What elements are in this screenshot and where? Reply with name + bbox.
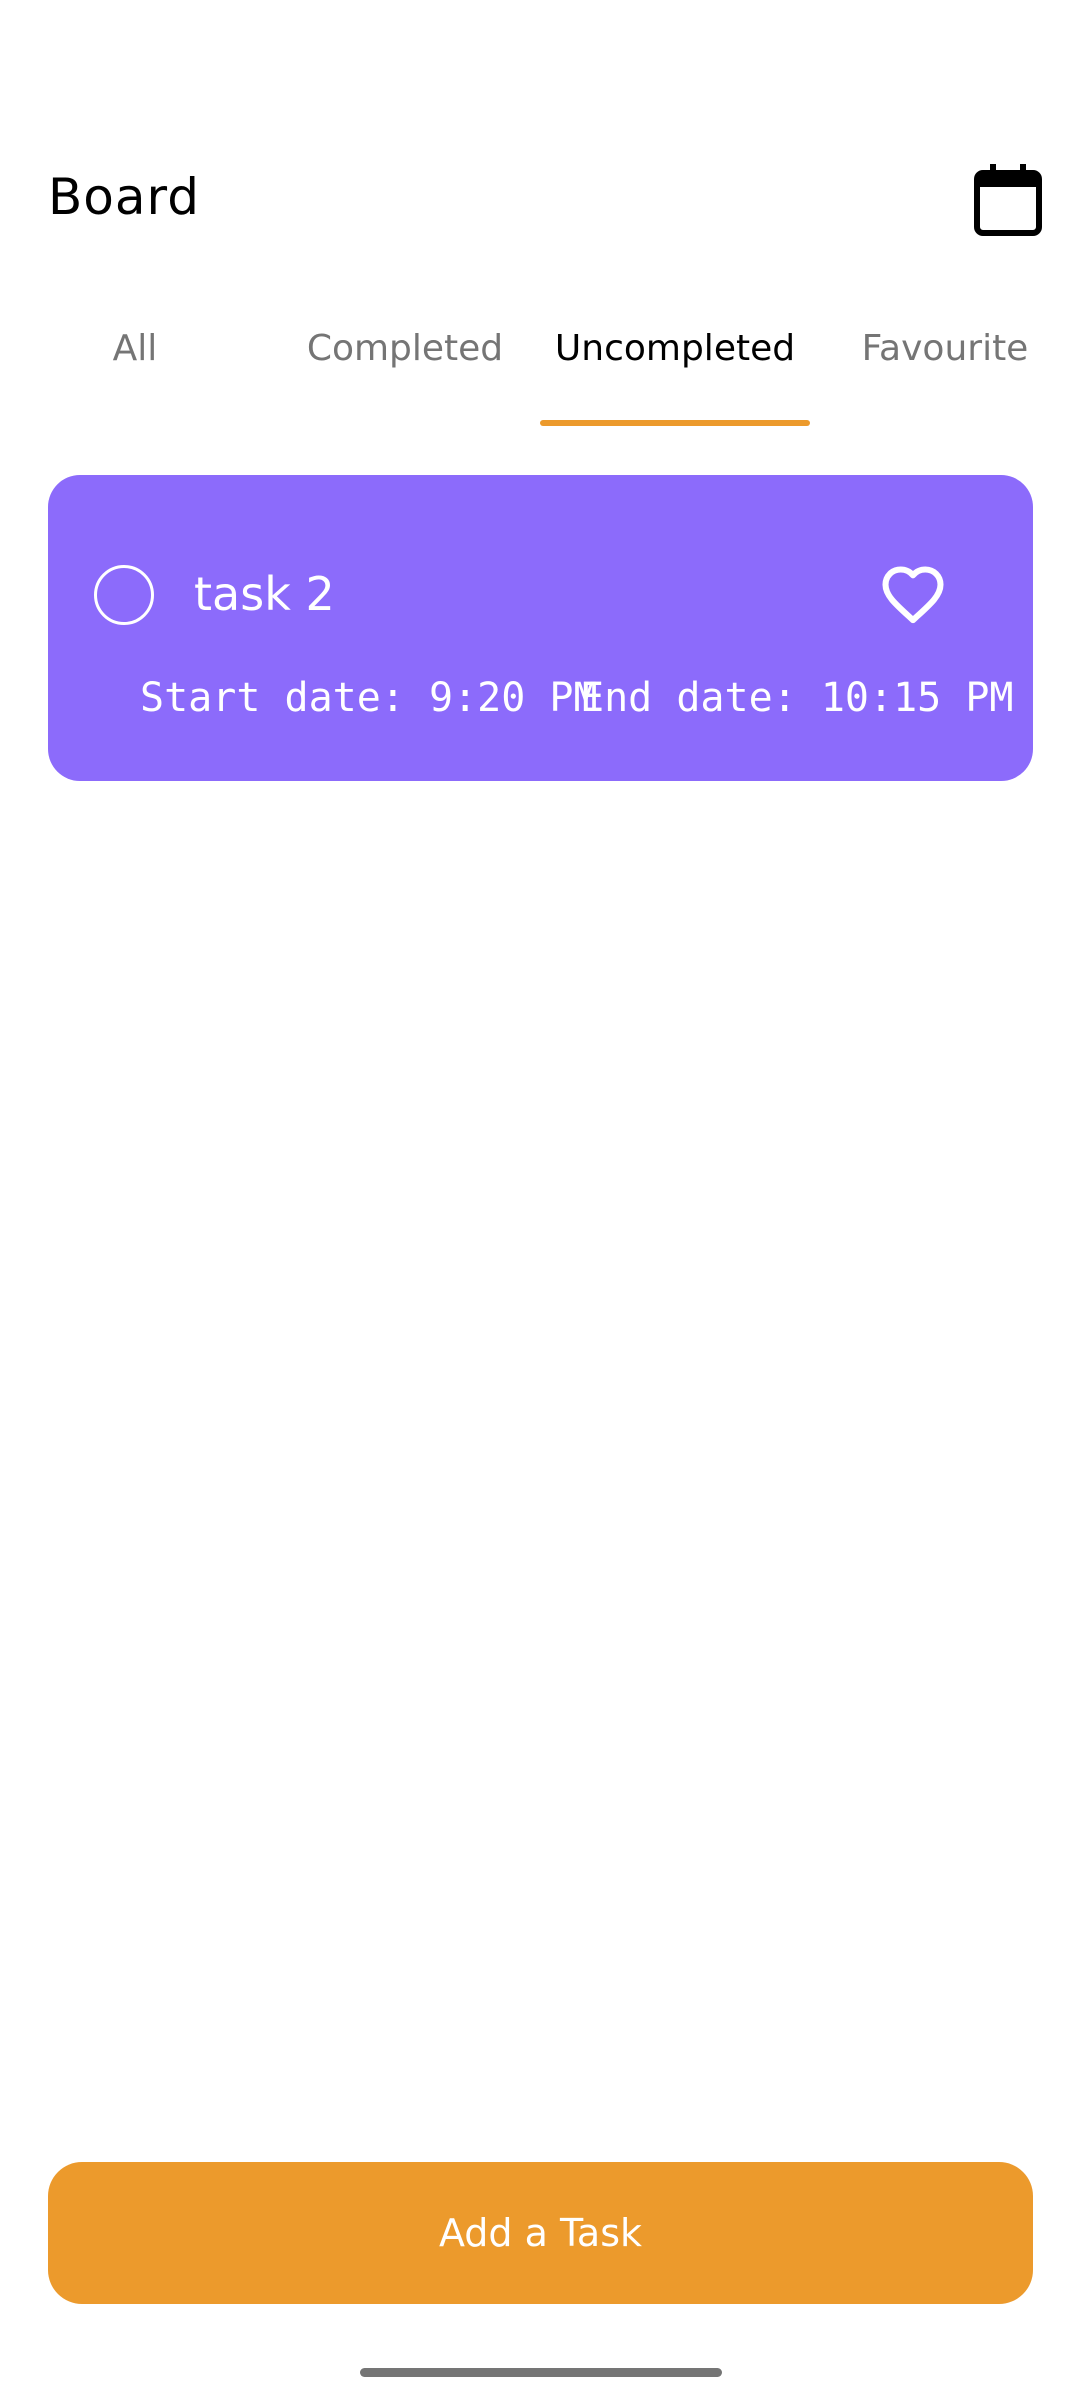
tab-uncompleted[interactable]: Uncompleted <box>540 312 810 428</box>
tab-completed[interactable]: Completed <box>270 312 540 428</box>
home-indicator[interactable] <box>360 2368 722 2377</box>
task-card[interactable]: task 2 Start date: 9:20 PM End date: 10:… <box>48 475 1033 781</box>
active-tab-indicator <box>540 420 810 426</box>
calendar-icon <box>974 164 1042 236</box>
status-bar <box>0 0 1080 90</box>
tab-bar: All Completed Uncompleted Favourite <box>0 312 1080 428</box>
page-title: Board <box>48 168 200 226</box>
tab-favourite[interactable]: Favourite <box>810 312 1080 428</box>
header: Board <box>0 150 1080 260</box>
task-title: task 2 <box>194 567 335 621</box>
tab-all[interactable]: All <box>0 312 270 428</box>
calendar-button[interactable] <box>972 162 1044 238</box>
add-task-button[interactable]: Add a Task <box>48 2162 1033 2304</box>
favourite-button[interactable] <box>880 563 946 625</box>
task-start-date: Start date: 9:20 PM <box>140 675 598 721</box>
task-end-date: End date: 10:15 PM <box>580 675 1014 721</box>
task-complete-checkbox[interactable] <box>94 565 154 625</box>
heart-outline-icon <box>882 566 944 624</box>
screen: Board All Completed Uncompleted Favourit… <box>0 0 1080 2400</box>
